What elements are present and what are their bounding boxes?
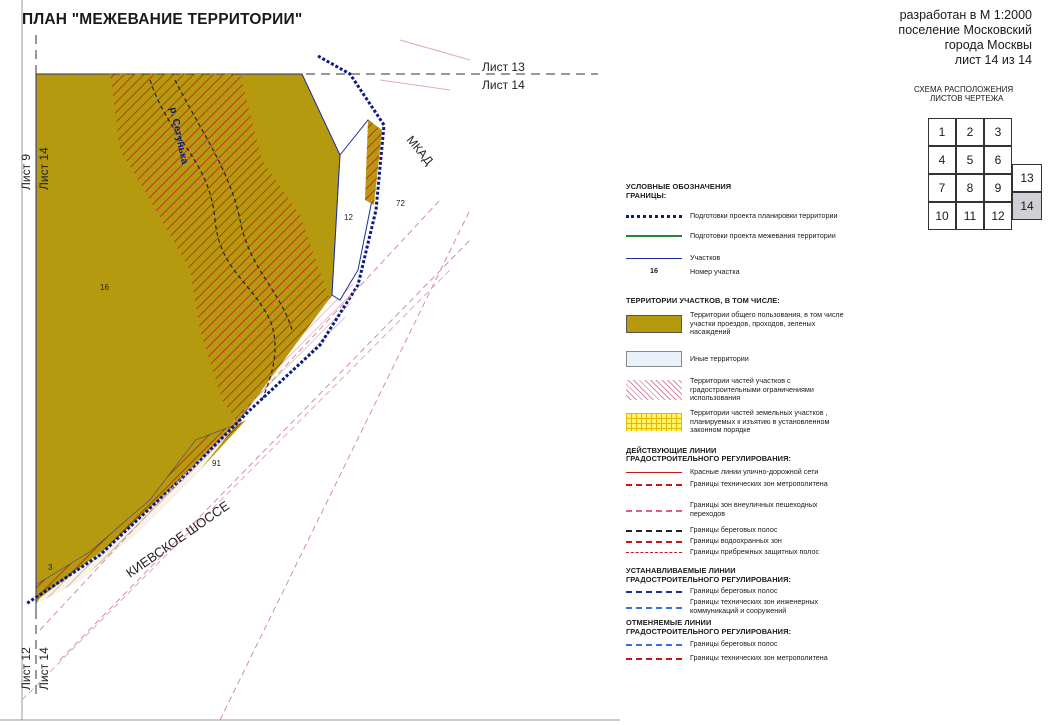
seizure-swatch bbox=[626, 412, 682, 431]
red-line-symbol bbox=[626, 467, 682, 477]
legend-t4: Территории частей земельных участков , п… bbox=[690, 408, 830, 435]
sheet-left-a: Лист 9 bbox=[19, 154, 33, 190]
scheme-cell-4[interactable]: 4 bbox=[928, 146, 956, 174]
parcel-72-label: 72 bbox=[396, 199, 405, 208]
legend-row-metro: Границы технических зон метрополитена bbox=[626, 479, 850, 489]
sheet-left-b: Лист 14 bbox=[37, 147, 51, 190]
shore-symbol bbox=[626, 525, 682, 535]
parcel-number-symbol: 16 bbox=[650, 266, 658, 275]
scheme-cell-2[interactable]: 2 bbox=[956, 118, 984, 146]
legend-row-survey-boundary: Подготовки проекта межевания территории bbox=[626, 231, 850, 241]
water-protection-symbol bbox=[626, 536, 682, 546]
legend-s2: Границы технических зон инженерных комму… bbox=[690, 597, 819, 615]
legend-row-restricted: Территории частей участков с градостроит… bbox=[626, 376, 850, 403]
legend-row-cancel-metro: Границы технических зон метрополитена bbox=[626, 653, 850, 663]
scheme-cell-10[interactable]: 10 bbox=[928, 202, 956, 230]
legend-terr-header: ТЕРРИТОРИИ УЧАСТКОВ, В ТОМ ЧИСЛЕ: bbox=[626, 296, 780, 305]
legend-row-other: Иные территории bbox=[626, 351, 850, 367]
sheet-top-a: Лист 13 bbox=[482, 60, 525, 74]
sheet-top-b: Лист 14 bbox=[482, 78, 525, 92]
scale-line-4: лист 14 из 14 bbox=[954, 53, 1032, 67]
set-engineering-symbol bbox=[626, 602, 682, 612]
parcel-boundary-symbol bbox=[626, 253, 682, 263]
legend-a1: Красные линии улично-дорожной сети bbox=[690, 466, 819, 476]
scale-block: разработан в М 1:2000 поселение Московск… bbox=[898, 8, 1032, 68]
parcel-12-label: 12 bbox=[344, 213, 353, 222]
public-territory-swatch bbox=[626, 314, 682, 333]
scheme-cell-5[interactable]: 5 bbox=[956, 146, 984, 174]
mkad-label: МКАД bbox=[404, 133, 436, 168]
scheme-cell-1[interactable]: 1 bbox=[928, 118, 956, 146]
other-territory-swatch bbox=[626, 351, 682, 367]
legend-a2: Границы технических зон метрополитена bbox=[690, 478, 828, 488]
parcel-16-label: 16 bbox=[100, 283, 109, 292]
legend-c1: Границы береговых полос bbox=[690, 638, 778, 648]
legend-row-parcel-boundary: Участков bbox=[626, 253, 850, 263]
legend-s1: Границы береговых полос bbox=[690, 585, 778, 595]
legend-set-header-2: ГРАДОСТРОИТЕЛЬНОГО РЕГУЛИРОВАНИЯ: bbox=[626, 575, 792, 584]
legend-row-water-protection: Границы водоохранных зон bbox=[626, 536, 850, 546]
legend-a6: Границы прибрежных защитных полос bbox=[690, 546, 820, 556]
legend-b3: Участков bbox=[690, 252, 721, 262]
legend-c2: Границы технических зон метрополитена bbox=[690, 652, 828, 662]
legend-b2: Подготовки проекта межевания территории bbox=[690, 230, 836, 240]
legend-active-header-2: ГРАДОСТРОИТЕЛЬНОГО РЕГУЛИРОВАНИЯ: bbox=[626, 454, 792, 463]
scheme-title: СХЕМА РАСПОЛОЖЕНИЯ ЛИСТОВ ЧЕРТЕЖА bbox=[900, 85, 1048, 103]
legend-borders-header: ГРАНИЦЫ: bbox=[626, 190, 667, 200]
legend-row-set-engineering: Границы технических зон инженерных комму… bbox=[626, 597, 850, 615]
legend-a3: Границы зон внеуличных пешеходных перехо… bbox=[690, 500, 818, 518]
scheme-title-line1: СХЕМА РАСПОЛОЖЕНИЯ bbox=[914, 85, 1014, 94]
sheet-bottom-a: Лист 12 bbox=[19, 647, 33, 690]
legend-row-cancel-shore: Границы береговых полос bbox=[626, 639, 850, 649]
scheme-cell-12[interactable]: 12 bbox=[984, 202, 1012, 230]
legend-row-coastal-protection: Границы прибрежных защитных полос bbox=[626, 547, 850, 557]
survey-boundary-symbol bbox=[626, 231, 682, 241]
scheme-cell-7[interactable]: 7 bbox=[928, 174, 956, 202]
scheme-cell-3[interactable]: 3 bbox=[984, 118, 1012, 146]
scheme-cell-11[interactable]: 11 bbox=[956, 202, 984, 230]
coastal-protection-symbol bbox=[626, 547, 682, 557]
cancel-shore-symbol bbox=[626, 639, 682, 649]
scheme-cell-9[interactable]: 9 bbox=[984, 174, 1012, 202]
legend-a5: Границы водоохранных зон bbox=[690, 535, 782, 545]
legend-row-seizure: Территории частей земельных участков , п… bbox=[626, 408, 850, 435]
sheet-scheme-grid: 1 2 3 4 5 6 7 8 9 10 11 12 13 14 bbox=[928, 118, 1046, 243]
scheme-title-line2: ЛИСТОВ ЧЕРТЕЖА bbox=[930, 94, 1004, 103]
scale-line-3: города Москвы bbox=[944, 38, 1032, 52]
pedestrian-symbol bbox=[626, 505, 682, 515]
set-shore-symbol bbox=[626, 586, 682, 596]
project-boundary-symbol bbox=[626, 211, 682, 221]
legend-row-public: Территории общего пользования, в том чис… bbox=[626, 310, 850, 337]
legend-cancel-header-2: ГРАДОСТРОИТЕЛЬНОГО РЕГУЛИРОВАНИЯ: bbox=[626, 627, 792, 636]
legend-t2: Иные территории bbox=[690, 353, 749, 363]
legend-b4: Номер участка bbox=[690, 266, 740, 276]
legend-row-project-boundary: Подготовки проекта планировки территории bbox=[626, 211, 850, 221]
scheme-cell-13[interactable]: 13 bbox=[1012, 164, 1042, 192]
parcel-91-label: 91 bbox=[212, 459, 221, 468]
legend-row-parcel-number: 16 Номер участка bbox=[626, 266, 850, 277]
legend-t3: Территории частей участков с градостроит… bbox=[690, 376, 814, 403]
legend-a4: Границы береговых полос bbox=[690, 524, 778, 534]
scale-line-1: разработан в М 1:2000 bbox=[899, 8, 1032, 22]
legend-row-shore: Границы береговых полос bbox=[626, 525, 850, 535]
cancel-metro-symbol bbox=[626, 653, 682, 663]
legend-t1: Территории общего пользования, в том чис… bbox=[690, 310, 844, 337]
legend-b1: Подготовки проекта планировки территории bbox=[690, 210, 838, 220]
scheme-cell-6[interactable]: 6 bbox=[984, 146, 1012, 174]
scheme-cell-14-current[interactable]: 14 bbox=[1012, 192, 1042, 220]
legend-row-pedestrian: Границы зон внеуличных пешеходных перехо… bbox=[626, 500, 850, 518]
map-canvas[interactable]: 16 12 72 91 3 КИЕВСКОЕ ШОССЕ МКАД р. Сет… bbox=[0, 0, 620, 725]
scheme-cell-8[interactable]: 8 bbox=[956, 174, 984, 202]
metro-symbol bbox=[626, 479, 682, 489]
scale-line-2: поселение Московский bbox=[898, 23, 1032, 37]
parcel-3-label: 3 bbox=[48, 563, 53, 572]
legend: УСЛОВНЫЕ ОБОЗНАЧЕНИЯ ГРАНИЦЫ: Подготовки… bbox=[626, 182, 866, 703]
legend-row-red-lines: Красные линии улично-дорожной сети bbox=[626, 467, 850, 477]
sheet-bottom-b: Лист 14 bbox=[37, 647, 51, 690]
restricted-swatch bbox=[626, 379, 682, 400]
legend-row-set-shore: Границы береговых полос bbox=[626, 586, 850, 596]
